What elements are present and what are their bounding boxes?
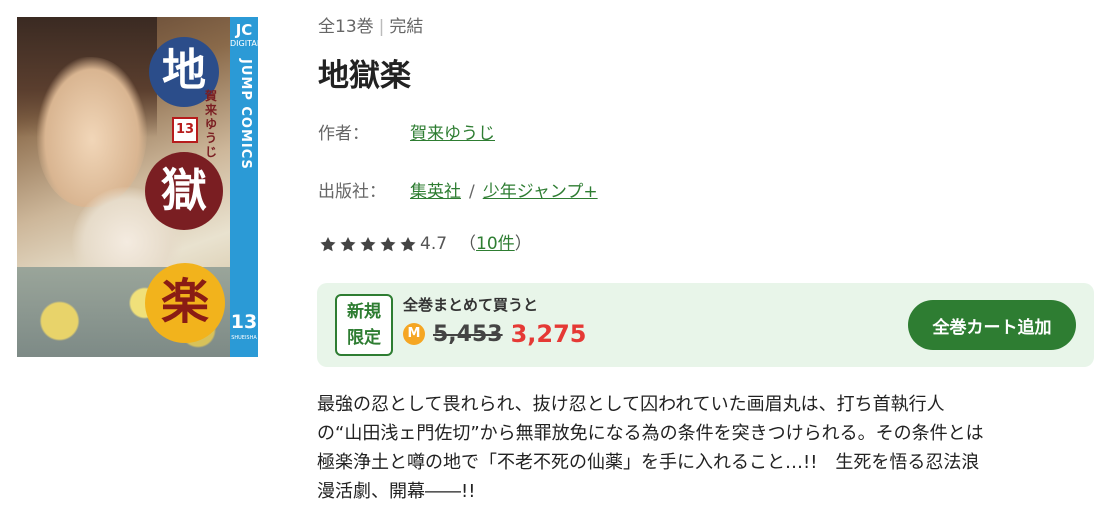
rating-score: 4.7 bbox=[420, 234, 448, 254]
star-icon bbox=[320, 236, 336, 251]
author-link[interactable]: 賀来ゆうじ bbox=[410, 124, 495, 144]
jump-comics-logo: JCDIGITAL bbox=[230, 21, 258, 48]
cover-author-name: 賀来ゆうじ bbox=[205, 89, 218, 159]
publisher-row: 出版社： 集英社 / 少年ジャンプ+ bbox=[318, 180, 598, 204]
star-icon bbox=[360, 236, 376, 251]
cover-volume-number: 13 bbox=[172, 117, 198, 143]
coin-icon: M bbox=[403, 323, 425, 345]
rating-stars bbox=[318, 235, 418, 254]
volume-info-separator: | bbox=[378, 17, 385, 37]
cover-title-kanji-3: 楽 bbox=[145, 263, 225, 343]
review-count: （10件） bbox=[459, 234, 532, 254]
cover-spine: JCDIGITAL JUMP COMICS 13 SHUEISHA bbox=[230, 17, 258, 357]
bulk-purchase-panel: 新規 限定 全巻まとめて買うと M 5,453 3,275 全巻カート追加 bbox=[317, 283, 1094, 367]
book-title: 地獄楽 bbox=[318, 58, 411, 94]
publisher-label: 出版社： bbox=[318, 182, 386, 202]
bulk-purchase-label: 全巻まとめて買うと bbox=[403, 296, 539, 314]
publisher-link[interactable]: 集英社 bbox=[410, 182, 461, 202]
add-all-to-cart-button[interactable]: 全巻カート追加 bbox=[908, 300, 1076, 350]
author-row: 作者： 賀来ゆうじ bbox=[318, 122, 495, 146]
volume-count: 全13巻 bbox=[318, 17, 374, 37]
rating: 4.7 （10件） bbox=[318, 232, 532, 256]
book-cover-image[interactable]: 地 13 賀来ゆうじ 獄 楽 JCDIGITAL JUMP COMICS 13 … bbox=[17, 17, 258, 357]
price-line: M 5,453 3,275 bbox=[403, 319, 587, 349]
description-line: 極楽浄土と噂の地で「不老不死の仙薬」を手に入れること…!! 生死を悟る忍法浪 bbox=[317, 452, 980, 473]
description-line: 最強の忍として畏れられ、抜け忍として囚われていた画眉丸は、打ち首執行人 bbox=[317, 394, 945, 415]
publisher-separator: / bbox=[469, 182, 475, 202]
volume-info: 全13巻 | 完結 bbox=[318, 14, 423, 40]
cover-character-face bbox=[37, 57, 147, 207]
star-icon bbox=[340, 236, 356, 251]
new-user-limited-badge: 新規 限定 bbox=[335, 294, 393, 356]
review-count-link[interactable]: 10件 bbox=[476, 234, 515, 254]
cover-spine-series: JUMP COMICS bbox=[238, 59, 253, 170]
cover-title-kanji-2: 獄 bbox=[145, 152, 223, 230]
cover-spine-publisher: SHUEISHA bbox=[231, 335, 257, 341]
cover-spine-number: 13 bbox=[230, 311, 258, 333]
original-price: 5,453 bbox=[433, 321, 503, 347]
description-line: の“山田浅ェ門佐切”から無罪放免になる為の条件を突きつけられる。その条件とは bbox=[317, 423, 984, 444]
author-label: 作者： bbox=[318, 124, 369, 144]
book-description: 最強の忍として畏れられ、抜け忍として囚われていた画眉丸は、打ち首執行人 の“山田… bbox=[317, 390, 1107, 506]
description-line: 漫活劇、開幕――!! bbox=[317, 481, 476, 502]
volume-status: 完結 bbox=[389, 17, 424, 37]
label-link[interactable]: 少年ジャンプ+ bbox=[483, 182, 598, 202]
sale-price: 3,275 bbox=[510, 320, 587, 348]
star-icon bbox=[400, 236, 416, 251]
star-icon bbox=[380, 236, 396, 251]
